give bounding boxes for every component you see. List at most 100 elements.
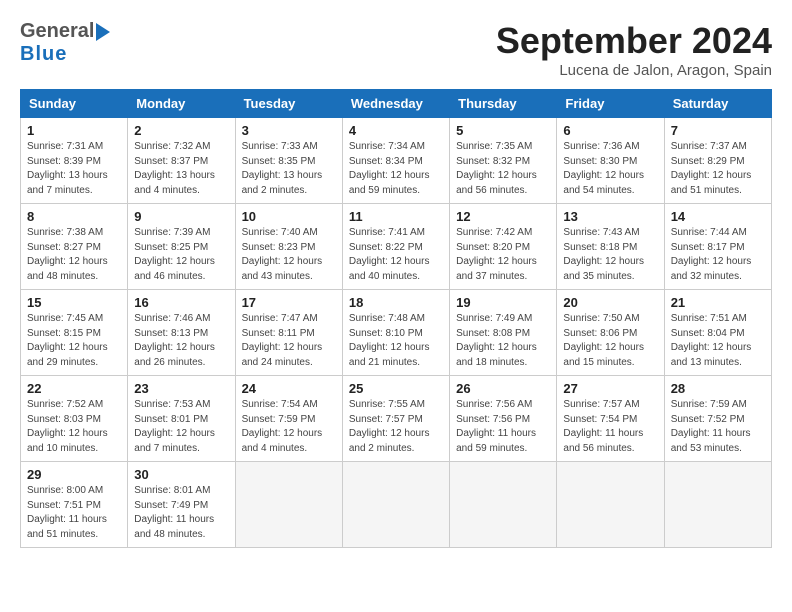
calendar-day-cell: 27 Sunrise: 7:57 AMSunset: 7:54 PMDayligh… [557,376,664,462]
day-info: Sunrise: 7:44 AMSunset: 8:17 PMDaylight:… [671,226,765,284]
calendar-week-row: 1 Sunrise: 7:31 AMSunset: 8:39 PMDaylight… [21,118,772,204]
calendar-day-cell: 18 Sunrise: 7:48 AMSunset: 8:10 PMDayligh… [342,290,449,376]
day-info: Sunrise: 7:42 AMSunset: 8:20 PMDaylight:… [456,226,550,284]
header-saturday: Saturday [664,90,771,118]
day-info: Sunrise: 7:53 AMSunset: 8:01 PMDaylight:… [134,398,228,456]
calendar-day-cell: 8 Sunrise: 7:38 AMSunset: 8:27 PMDaylight… [21,204,128,290]
header-friday: Friday [557,90,664,118]
day-number: 14 [671,209,765,224]
calendar-day-cell: 25 Sunrise: 7:55 AMSunset: 7:57 PMDayligh… [342,376,449,462]
calendar-day-cell: 5 Sunrise: 7:35 AMSunset: 8:32 PMDaylight… [450,118,557,204]
day-info: Sunrise: 7:40 AMSunset: 8:23 PMDaylight:… [242,226,336,284]
location: Lucena de Jalon, Aragon, Spain [496,62,772,79]
calendar-day-cell: 6 Sunrise: 7:36 AMSunset: 8:30 PMDaylight… [557,118,664,204]
calendar-day-cell: 3Sunrise: 7:33 AMSunset: 8:35 PMDaylight… [235,118,342,204]
day-info: Sunrise: 7:39 AMSunset: 8:25 PMDaylight:… [134,226,228,284]
logo-arrow-icon [96,21,114,43]
day-info: Sunrise: 7:35 AMSunset: 8:32 PMDaylight:… [456,140,550,198]
day-info: Sunrise: 7:34 AMSunset: 8:34 PMDaylight:… [349,140,443,198]
calendar-day-cell: 2 Sunrise: 7:32 AMSunset: 8:37 PMDaylight… [128,118,235,204]
day-info: Sunrise: 7:47 AMSunset: 8:11 PMDaylight:… [242,312,336,370]
calendar-day-cell: 12 Sunrise: 7:42 AMSunset: 8:20 PMDayligh… [450,204,557,290]
day-number: 9 [134,209,228,224]
calendar-week-row: 8 Sunrise: 7:38 AMSunset: 8:27 PMDaylight… [21,204,772,290]
day-number: 5 [456,123,550,138]
calendar-day-cell: 22 Sunrise: 7:52 AMSunset: 8:03 PMDayligh… [21,376,128,462]
day-number: 2 [134,123,228,138]
calendar-day-cell: 11Sunrise: 7:41 AMSunset: 8:22 PMDayligh… [342,204,449,290]
day-info: Sunrise: 7:57 AMSunset: 7:54 PMDaylight:… [563,398,657,456]
day-number: 12 [456,209,550,224]
day-info: Sunrise: 7:36 AMSunset: 8:30 PMDaylight:… [563,140,657,198]
calendar-day-cell: 19 Sunrise: 7:49 AMSunset: 8:08 PMDayligh… [450,290,557,376]
month-title: September 2024 [496,20,772,62]
calendar-day-cell: 28Sunrise: 7:59 AMSunset: 7:52 PMDayligh… [664,376,771,462]
day-info: Sunrise: 7:55 AMSunset: 7:57 PMDaylight:… [349,398,443,456]
calendar-table: Sunday Monday Tuesday Wednesday Thursday… [20,89,772,548]
day-number: 7 [671,123,765,138]
calendar-day-cell: 9 Sunrise: 7:39 AMSunset: 8:25 PMDaylight… [128,204,235,290]
calendar-day-cell [557,462,664,548]
calendar-day-cell [235,462,342,548]
day-number: 24 [242,381,336,396]
calendar-day-cell [450,462,557,548]
calendar-day-cell: 7 Sunrise: 7:37 AMSunset: 8:29 PMDaylight… [664,118,771,204]
day-info: Sunrise: 7:52 AMSunset: 8:03 PMDaylight:… [27,398,121,456]
day-number: 17 [242,295,336,310]
calendar-day-cell: 16Sunrise: 7:46 AMSunset: 8:13 PMDayligh… [128,290,235,376]
day-info: Sunrise: 7:37 AMSunset: 8:29 PMDaylight:… [671,140,765,198]
day-info: Sunrise: 7:49 AMSunset: 8:08 PMDaylight:… [456,312,550,370]
day-number: 22 [27,381,121,396]
day-info: Sunrise: 7:43 AMSunset: 8:18 PMDaylight:… [563,226,657,284]
day-number: 27 [563,381,657,396]
day-number: 19 [456,295,550,310]
header-monday: Monday [128,90,235,118]
calendar-day-cell [664,462,771,548]
day-number: 8 [27,209,121,224]
day-info: Sunrise: 8:01 AMSunset: 7:49 PMDaylight:… [134,484,228,542]
day-info: Sunrise: 7:38 AMSunset: 8:27 PMDaylight:… [27,226,121,284]
day-number: 28 [671,381,765,396]
logo-blue: Blue [20,43,114,66]
day-number: 6 [563,123,657,138]
day-number: 11 [349,209,443,224]
day-info: Sunrise: 7:56 AMSunset: 7:56 PMDaylight:… [456,398,550,456]
logo: General Blue [20,20,114,66]
calendar-day-cell: 23 Sunrise: 7:53 AMSunset: 8:01 PMDayligh… [128,376,235,462]
header-sunday: Sunday [21,90,128,118]
day-info: Sunrise: 7:50 AMSunset: 8:06 PMDaylight:… [563,312,657,370]
day-number: 26 [456,381,550,396]
day-info: Sunrise: 7:48 AMSunset: 8:10 PMDaylight:… [349,312,443,370]
day-number: 29 [27,467,121,482]
calendar-day-cell: 30Sunrise: 8:01 AMSunset: 7:49 PMDayligh… [128,462,235,548]
day-info: Sunrise: 7:31 AMSunset: 8:39 PMDaylight:… [27,140,121,198]
calendar-day-cell: 24 Sunrise: 7:54 AMSunset: 7:59 PMDayligh… [235,376,342,462]
calendar-day-cell: 13Sunrise: 7:43 AMSunset: 8:18 PMDayligh… [557,204,664,290]
day-number: 4 [349,123,443,138]
calendar-day-cell: 10Sunrise: 7:40 AMSunset: 8:23 PMDayligh… [235,204,342,290]
header-thursday: Thursday [450,90,557,118]
calendar-day-cell: 1 Sunrise: 7:31 AMSunset: 8:39 PMDaylight… [21,118,128,204]
title-section: September 2024 Lucena de Jalon, Aragon, … [496,20,772,79]
day-number: 23 [134,381,228,396]
day-info: Sunrise: 8:00 AMSunset: 7:51 PMDaylight:… [27,484,121,542]
day-number: 21 [671,295,765,310]
day-number: 15 [27,295,121,310]
day-number: 20 [563,295,657,310]
calendar-day-cell [342,462,449,548]
calendar-week-row: 22 Sunrise: 7:52 AMSunset: 8:03 PMDayligh… [21,376,772,462]
logo-general: General [20,20,94,43]
day-info: Sunrise: 7:54 AMSunset: 7:59 PMDaylight:… [242,398,336,456]
calendar-day-cell: 26 Sunrise: 7:56 AMSunset: 7:56 PMDayligh… [450,376,557,462]
day-number: 18 [349,295,443,310]
calendar-day-cell: 17 Sunrise: 7:47 AMSunset: 8:11 PMDayligh… [235,290,342,376]
day-number: 25 [349,381,443,396]
header-tuesday: Tuesday [235,90,342,118]
calendar-day-cell: 21Sunrise: 7:51 AMSunset: 8:04 PMDayligh… [664,290,771,376]
day-number: 1 [27,123,121,138]
day-number: 3 [242,123,336,138]
day-info: Sunrise: 7:32 AMSunset: 8:37 PMDaylight:… [134,140,228,198]
calendar-day-cell: 20 Sunrise: 7:50 AMSunset: 8:06 PMDayligh… [557,290,664,376]
calendar-day-cell: 29 Sunrise: 8:00 AMSunset: 7:51 PMDayligh… [21,462,128,548]
header-wednesday: Wednesday [342,90,449,118]
